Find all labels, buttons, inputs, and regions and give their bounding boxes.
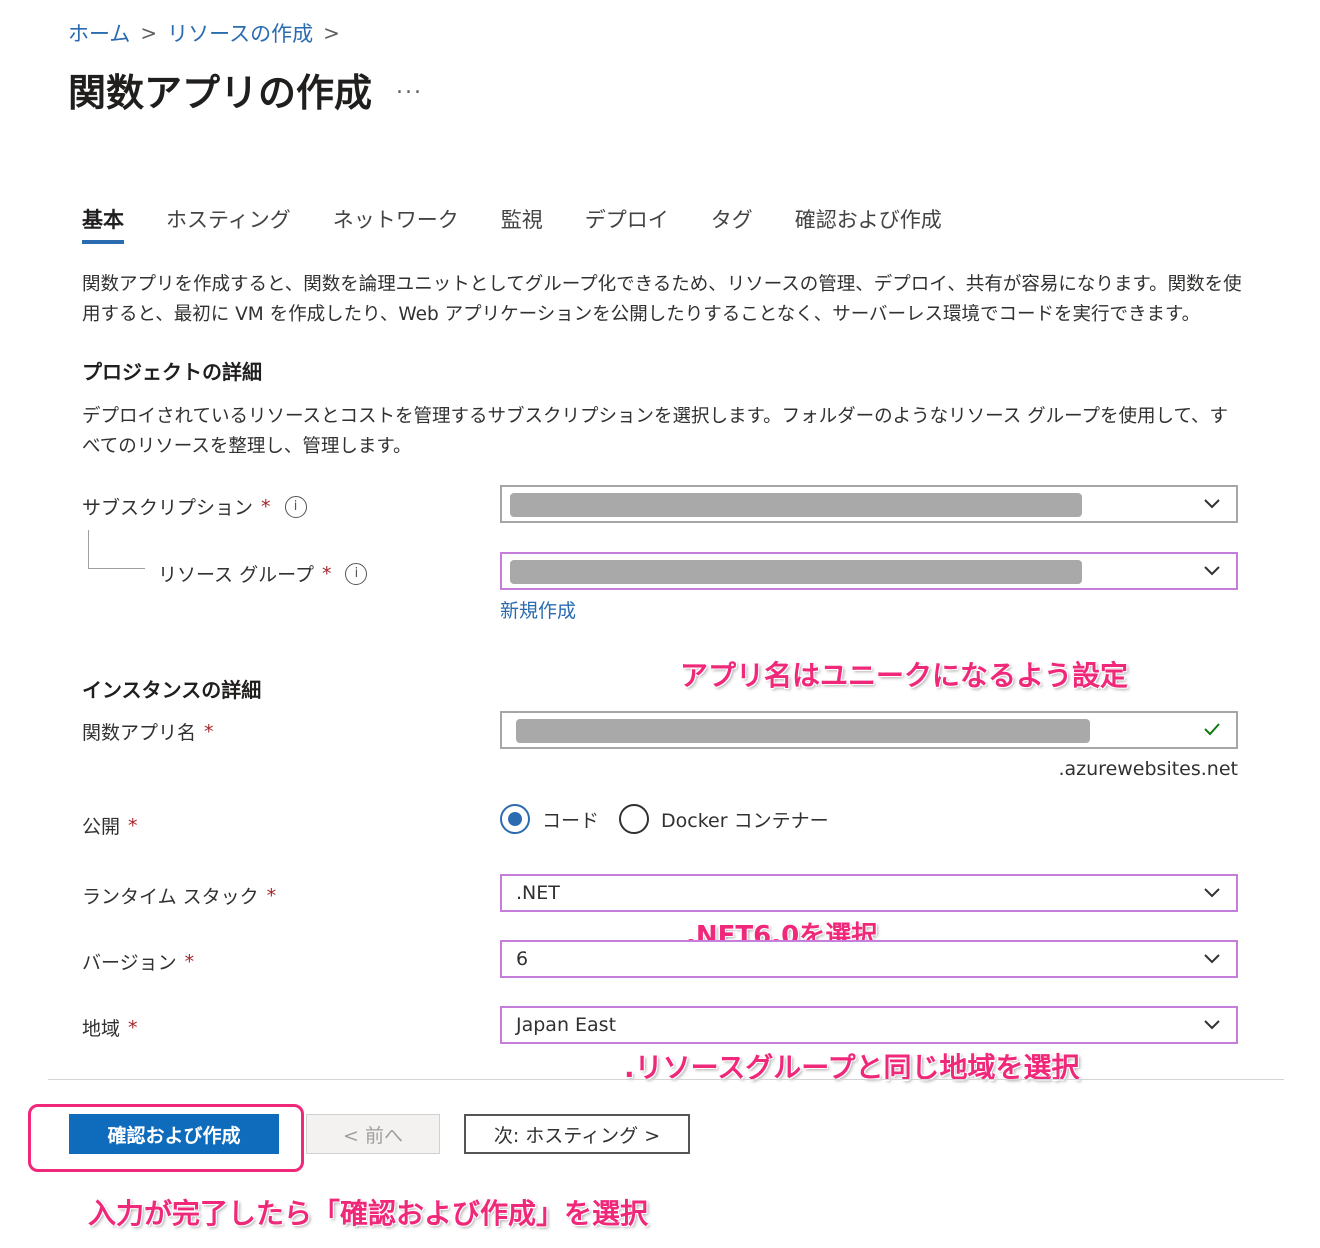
redacted-value [510, 560, 1082, 584]
instance-details-heading: インスタンスの詳細 [82, 678, 262, 702]
annotation-review: 入力が完了したら「確認および作成」を選択 [88, 1197, 649, 1230]
tree-connector [88, 530, 145, 569]
breadcrumb-separator: > [323, 21, 340, 45]
chevron-down-icon [1204, 888, 1220, 898]
chevron-down-icon [1204, 1020, 1220, 1030]
app-name-label-text: 関数アプリ名 [82, 722, 197, 744]
region-label: 地域 * [82, 1014, 138, 1041]
app-name-input[interactable] [500, 711, 1238, 749]
tab-tags[interactable]: タグ [711, 204, 753, 244]
app-name-label: 関数アプリ名 * [82, 718, 214, 745]
publish-radio-group: コード Docker コンテナー [500, 804, 829, 834]
version-value: 6 [516, 948, 529, 970]
create-new-link[interactable]: 新規作成 [500, 596, 576, 623]
intro-description: 関数アプリを作成すると、関数を論理ユニットとしてグループ化できるため、リソースの… [82, 274, 1242, 325]
footer-divider [48, 1079, 1284, 1080]
next-hosting-button[interactable]: 次: ホスティング > [464, 1114, 690, 1154]
publish-docker-label: Docker コンテナー [661, 809, 829, 832]
required-mark: * [184, 950, 195, 973]
chevron-down-icon [1204, 954, 1220, 964]
required-mark: * [204, 720, 214, 743]
chevron-down-icon [1204, 566, 1220, 576]
resource-group-label-text: リソース グループ [158, 564, 314, 586]
required-mark: * [128, 814, 138, 837]
publish-code-label: コード [542, 809, 600, 832]
more-options-icon[interactable]: ... [396, 74, 423, 99]
region-dropdown[interactable]: Japan East [500, 1006, 1238, 1044]
version-label-text: バージョン [82, 952, 177, 974]
domain-suffix: .azurewebsites.net [1058, 758, 1238, 780]
runtime-stack-value: .NET [516, 882, 560, 904]
runtime-stack-label: ランタイム スタック * [82, 882, 276, 909]
subscription-label-text: サブスクリプション [82, 497, 254, 519]
review-create-button[interactable]: 確認および作成 [69, 1114, 279, 1154]
wizard-tabs: 基本 ホスティング ネットワーク 監視 デプロイ タグ 確認および作成 [82, 204, 984, 244]
redacted-value [510, 493, 1082, 517]
publish-label: 公開 * [82, 812, 138, 839]
tab-deployment[interactable]: デプロイ [585, 204, 669, 244]
resource-group-label: リソース グループ * i [158, 560, 368, 587]
region-value: Japan East [516, 1014, 617, 1036]
breadcrumb: ホーム > リソースの作成 > [68, 18, 340, 48]
tab-hosting[interactable]: ホスティング [166, 204, 291, 244]
publish-label-text: 公開 [82, 816, 121, 838]
publish-code-radio[interactable] [500, 804, 530, 834]
subscription-label: サブスクリプション * i [82, 493, 307, 520]
breadcrumb-home[interactable]: ホーム [68, 18, 130, 48]
tab-basics[interactable]: 基本 [82, 204, 124, 244]
breadcrumb-create-resource[interactable]: リソースの作成 [167, 18, 313, 48]
check-icon [1204, 723, 1220, 736]
runtime-stack-dropdown[interactable]: .NET [500, 874, 1238, 912]
region-label-text: 地域 [82, 1018, 121, 1040]
required-mark: * [321, 562, 332, 585]
required-mark: * [266, 884, 277, 907]
info-icon[interactable]: i [284, 495, 307, 518]
required-mark: * [128, 1016, 138, 1039]
previous-button[interactable]: < 前へ [306, 1114, 440, 1154]
version-dropdown[interactable]: 6 [500, 940, 1238, 978]
redacted-value [516, 719, 1090, 743]
breadcrumb-separator: > [140, 21, 158, 45]
publish-docker-radio[interactable] [619, 804, 650, 834]
project-details-description: デプロイされているリソースとコストを管理するサブスクリプションを選択します。フォ… [82, 406, 1229, 457]
tab-networking[interactable]: ネットワーク [333, 204, 459, 244]
runtime-stack-label-text: ランタイム スタック [82, 886, 259, 908]
resource-group-dropdown[interactable] [500, 552, 1238, 590]
chevron-down-icon [1204, 499, 1220, 509]
tab-monitoring[interactable]: 監視 [501, 204, 543, 244]
radio-dot [508, 812, 522, 826]
tab-review-create[interactable]: 確認および作成 [795, 204, 942, 244]
project-details-heading: プロジェクトの詳細 [82, 360, 262, 384]
info-icon[interactable]: i [345, 562, 368, 585]
annotation-app-name: アプリ名はユニークになるよう設定 [680, 659, 1129, 692]
version-label: バージョン * [82, 948, 194, 975]
page-title: 関数アプリの作成 [68, 71, 373, 115]
subscription-dropdown[interactable] [500, 485, 1238, 523]
required-mark: * [261, 495, 271, 518]
annotation-region: .リソースグループと同じ地域を選択 [624, 1051, 1080, 1084]
